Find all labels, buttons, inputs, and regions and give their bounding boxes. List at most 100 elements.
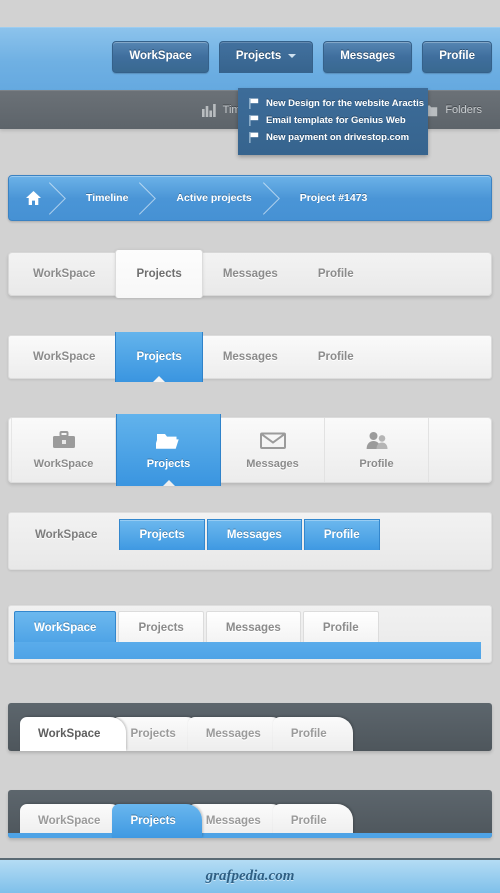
tab-label: Projects xyxy=(130,728,176,740)
tab-messages[interactable]: Messages xyxy=(203,253,298,295)
tab-label: Projects xyxy=(136,268,182,280)
tab-bar: WorkSpace Projects Messages Profile xyxy=(8,250,492,298)
breadcrumb-item-project[interactable]: Project #1473 xyxy=(278,176,394,220)
active-tab-content-bar xyxy=(14,642,481,659)
tab-label: Projects xyxy=(130,815,176,827)
tab-projects[interactable]: Projects xyxy=(118,611,204,643)
tab-label: Profile xyxy=(317,268,354,280)
tab-label: Messages xyxy=(246,457,299,470)
tab-label: WorkSpace xyxy=(38,728,101,740)
dropdown-item-1[interactable]: Email template for Genius Web xyxy=(238,112,428,129)
header-button-group: WorkSpace Projects Messages Profile xyxy=(112,41,492,73)
tab-profile[interactable]: Profile xyxy=(272,804,353,838)
dropdown-item-2[interactable]: New payment on drivestop.com xyxy=(238,129,428,146)
tab-profile[interactable]: Profile xyxy=(325,418,429,482)
dropdown-item-0[interactable]: New Design for the website Aractis xyxy=(238,95,428,112)
tab-workspace[interactable]: WorkSpace xyxy=(15,519,117,550)
envelope-icon xyxy=(259,431,286,451)
breadcrumb-item-active-projects[interactable]: Active projects xyxy=(154,176,277,220)
tab-label: Profile xyxy=(323,529,360,541)
folder-open-icon xyxy=(155,431,182,451)
flag-icon xyxy=(249,98,259,109)
tab-messages[interactable]: Messages xyxy=(203,336,298,378)
tab-bar: WorkSpace Projects Messages Profile xyxy=(8,332,492,382)
dropdown-item-label: Email template for Genius Web xyxy=(266,115,406,126)
tab-bar: WorkSpace Projects Messages Profile xyxy=(8,512,492,570)
tab-label: Projects xyxy=(138,621,184,634)
tab-workspace[interactable]: WorkSpace xyxy=(14,611,117,643)
breadcrumb-label: Project #1473 xyxy=(299,192,368,204)
tab-messages[interactable]: Messages xyxy=(221,418,325,482)
tab-group-blue-fill: WorkSpace Projects Messages Profile xyxy=(8,512,492,570)
tab-group-blue-active-bar: WorkSpace Projects Messages Profile xyxy=(8,605,492,663)
tab-label: Profile xyxy=(290,728,327,740)
tab-workspace[interactable]: WorkSpace xyxy=(20,804,127,838)
tab-label: Messages xyxy=(225,621,281,634)
tab-group-blue-pointer: WorkSpace Projects Messages Profile xyxy=(8,332,492,382)
header-button-messages[interactable]: Messages xyxy=(323,41,413,73)
tab-label: Profile xyxy=(317,351,354,363)
tab-group-light: WorkSpace Projects Messages Profile xyxy=(8,250,492,298)
header-blue-bar: WorkSpace Projects Messages Profile xyxy=(0,27,500,90)
tab-group-dark-folder: WorkSpace Projects Messages Profile xyxy=(8,703,492,751)
header-button-workspace[interactable]: WorkSpace xyxy=(112,41,209,73)
tab-label: WorkSpace xyxy=(33,268,96,280)
breadcrumb-label: Timeline xyxy=(86,192,129,204)
users-icon xyxy=(365,431,389,451)
header-button-label: WorkSpace xyxy=(129,50,192,62)
flag-icon xyxy=(249,115,259,126)
tab-label: Profile xyxy=(290,815,327,827)
tab-messages[interactable]: Messages xyxy=(206,519,302,550)
tab-label: Messages xyxy=(226,529,282,541)
header-button-projects[interactable]: Projects xyxy=(218,41,314,73)
breadcrumb-wrapper: Timeline Active projects Project #1473 xyxy=(8,175,492,221)
tab-label: Messages xyxy=(222,268,278,280)
home-icon xyxy=(26,191,41,205)
tab-label: Messages xyxy=(205,815,261,827)
breadcrumb-item-timeline[interactable]: Timeline xyxy=(64,176,154,220)
briefcase-icon xyxy=(52,430,76,451)
tab-label: WorkSpace xyxy=(35,529,98,541)
tab-label: WorkSpace xyxy=(34,621,97,634)
tab-bar: WorkSpace Projects Messages Profile xyxy=(8,703,492,751)
tab-label: Messages xyxy=(205,728,261,740)
tab-projects[interactable]: Projects xyxy=(119,519,205,550)
tab-workspace[interactable]: WorkSpace xyxy=(11,418,116,482)
tab-profile[interactable]: Profile xyxy=(298,253,374,295)
header-button-label: Profile xyxy=(439,50,475,62)
toolbar-item-folders[interactable]: Folders xyxy=(424,103,482,118)
tab-profile[interactable]: Profile xyxy=(302,611,379,643)
chevron-down-icon xyxy=(288,53,297,58)
tab-profile[interactable]: Profile xyxy=(303,519,380,550)
breadcrumb-home[interactable] xyxy=(9,176,64,220)
tab-workspace[interactable]: WorkSpace xyxy=(13,336,115,378)
projects-dropdown-menu: New Design for the website Aractis Email… xyxy=(238,88,428,155)
tab-messages[interactable]: Messages xyxy=(187,804,287,838)
tab-messages[interactable]: Messages xyxy=(187,717,287,751)
tab-label: WorkSpace xyxy=(38,815,101,827)
dropdown-item-label: New Design for the website Aractis xyxy=(266,98,425,109)
header-button-profile[interactable]: Profile xyxy=(422,41,492,73)
tab-messages[interactable]: Messages xyxy=(205,611,301,643)
tab-projects[interactable]: Projects xyxy=(116,414,221,486)
tab-label: Profile xyxy=(322,621,359,634)
tab-projects[interactable]: Projects xyxy=(115,250,203,298)
tab-bar: WorkSpace Projects Messages Profile xyxy=(8,414,492,486)
tab-profile[interactable]: Profile xyxy=(272,717,353,751)
tab-bar: WorkSpace Projects Messages Profile xyxy=(8,790,492,838)
tab-group-icon: WorkSpace Projects Messages Profile xyxy=(8,414,492,486)
tab-group-dark-folder-blue: WorkSpace Projects Messages Profile xyxy=(8,790,492,838)
tab-label: Projects xyxy=(136,351,182,363)
bar-chart-icon xyxy=(201,103,216,117)
tab-workspace[interactable]: WorkSpace xyxy=(20,717,127,751)
tab-profile[interactable]: Profile xyxy=(298,336,374,378)
tab-projects[interactable]: Projects xyxy=(115,332,203,382)
header-button-label: Projects xyxy=(235,50,282,62)
footer-brand: grafpedia.com xyxy=(205,868,295,884)
tab-label: Messages xyxy=(222,351,278,363)
tab-projects[interactable]: Projects xyxy=(112,804,202,838)
header-button-label: Messages xyxy=(340,50,396,62)
tab-workspace[interactable]: WorkSpace xyxy=(13,253,115,295)
tab-label: WorkSpace xyxy=(33,351,96,363)
tab-label: WorkSpace xyxy=(33,457,94,470)
